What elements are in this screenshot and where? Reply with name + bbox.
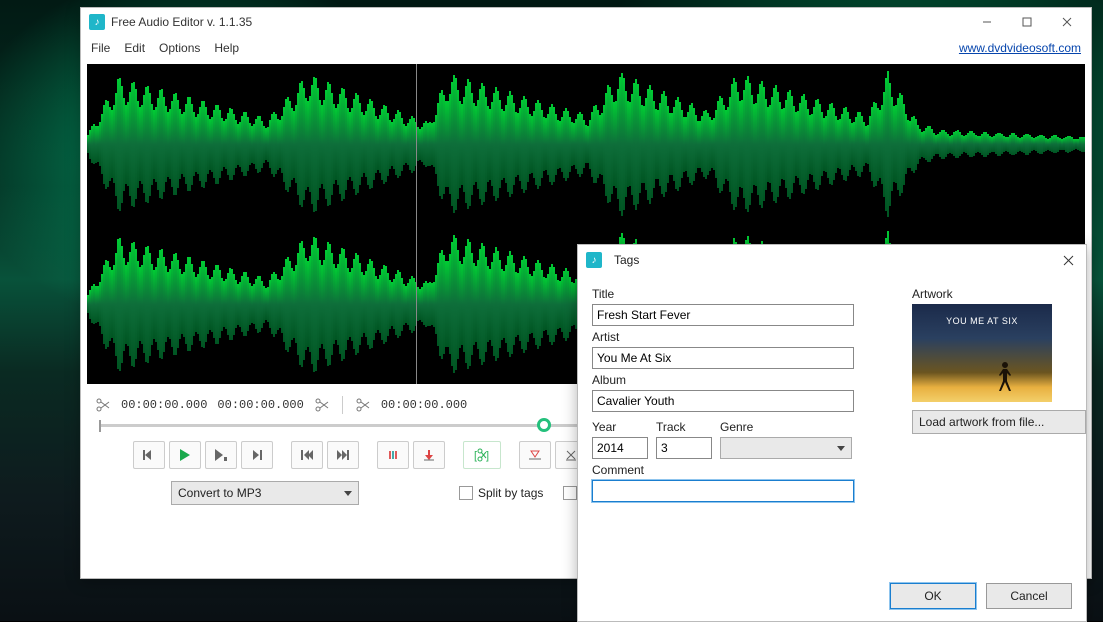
close-button[interactable] [1058, 250, 1078, 270]
title-label: Title [592, 287, 894, 301]
track-label: Track [656, 420, 712, 434]
skip-back-button[interactable] [291, 441, 323, 469]
slider-start-handle[interactable] [99, 420, 101, 432]
comment-input[interactable] [592, 480, 854, 502]
selection-start: 00:00:00.000 [121, 398, 207, 412]
artwork-label: Artwork [912, 287, 1072, 301]
menu-help[interactable]: Help [214, 41, 239, 55]
prev-marker-button[interactable] [133, 441, 165, 469]
artist-label: Artist [592, 330, 894, 344]
website-link[interactable]: www.dvdvideosoft.com [959, 41, 1081, 55]
cursor-time: 00:00:00.000 [381, 398, 467, 412]
selection-end: 00:00:00.000 [217, 398, 303, 412]
titlebar[interactable]: ♪ Free Audio Editor v. 1.1.35 [81, 8, 1091, 36]
scissors-icon [314, 397, 330, 413]
year-label: Year [592, 420, 648, 434]
ok-button[interactable]: OK [890, 583, 976, 609]
load-artwork-button[interactable]: Load artwork from file... [912, 410, 1086, 434]
add-marker-button[interactable] [377, 441, 409, 469]
silhouette-icon [992, 356, 1018, 396]
play-button[interactable] [169, 441, 201, 469]
format-combo[interactable]: Convert to MP3 [171, 481, 359, 505]
chevron-down-icon [837, 446, 845, 451]
artist-input[interactable] [592, 347, 854, 369]
artwork-preview: YOU ME AT SIX [912, 304, 1052, 402]
crop-button[interactable] [519, 441, 551, 469]
next-marker-button[interactable] [241, 441, 273, 469]
import-button[interactable] [413, 441, 445, 469]
skip-fwd-button[interactable] [327, 441, 359, 469]
chevron-down-icon [344, 491, 352, 496]
year-input[interactable] [592, 437, 648, 459]
album-input[interactable] [592, 390, 854, 412]
menu-edit[interactable]: Edit [124, 41, 145, 55]
window-title: Free Audio Editor v. 1.1.35 [111, 15, 967, 29]
cancel-button[interactable]: Cancel [986, 583, 1072, 609]
artwork-text: YOU ME AT SIX [946, 316, 1018, 326]
app-icon: ♪ [586, 252, 602, 268]
svg-text:]: ] [486, 450, 489, 462]
menu-bar: File Edit Options Help www.dvdvideosoft.… [81, 36, 1091, 60]
title-input[interactable] [592, 304, 854, 326]
format-combo-label: Convert to MP3 [178, 486, 261, 500]
split-tags-checkbox[interactable]: Split by tags [459, 486, 543, 500]
track-input[interactable] [656, 437, 712, 459]
tags-dialog-title: Tags [614, 253, 1058, 267]
genre-combo[interactable] [720, 437, 852, 459]
album-label: Album [592, 373, 894, 387]
scissors-icon [95, 397, 111, 413]
menu-file[interactable]: File [91, 41, 110, 55]
genre-label: Genre [720, 420, 852, 434]
tags-titlebar[interactable]: ♪ Tags [578, 245, 1086, 275]
play-pause-button[interactable] [205, 441, 237, 469]
svg-text:[: [ [474, 450, 477, 462]
maximize-button[interactable] [1007, 10, 1047, 34]
comment-label: Comment [592, 463, 894, 477]
scissors-icon [355, 397, 371, 413]
tags-dialog: ♪ Tags Title Artist Album Year Track [577, 244, 1087, 622]
close-button[interactable] [1047, 10, 1087, 34]
slider-thumb[interactable] [537, 418, 551, 432]
minimize-button[interactable] [967, 10, 1007, 34]
playhead-marker[interactable] [416, 64, 417, 384]
menu-options[interactable]: Options [159, 41, 200, 55]
cut-selection-button[interactable]: [] [463, 441, 501, 469]
app-icon: ♪ [89, 14, 105, 30]
